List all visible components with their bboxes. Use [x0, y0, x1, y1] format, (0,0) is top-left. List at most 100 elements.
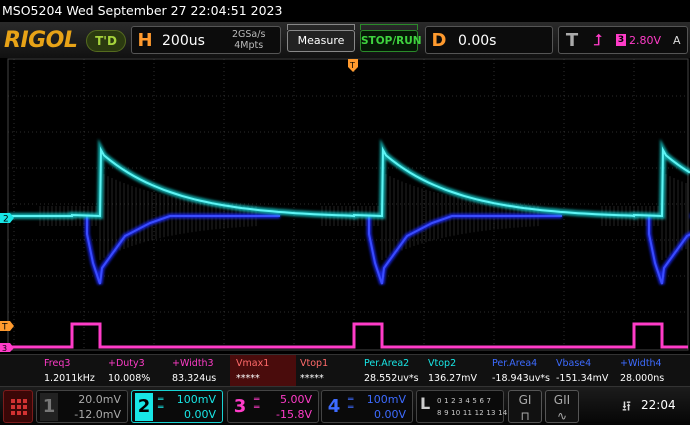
delay-value: 0.00s: [458, 33, 497, 49]
generator-2-label: GII: [553, 393, 571, 407]
generator-1-label: GI: [518, 393, 532, 407]
top-toolbar: RIGOL T'D H 200us 2GSa/s 4Mpts Measure S…: [0, 22, 690, 58]
measurement-name: Vbase4: [556, 358, 592, 369]
measurement-name: Per.Area2: [364, 358, 410, 369]
delay-letter: D: [431, 30, 447, 51]
horizontal-scale-box[interactable]: H 200us 2GSa/s 4Mpts: [131, 26, 281, 54]
usb-icon: ⭿: [622, 399, 632, 415]
measurement-duty3[interactable]: +Duty3 10.008%: [102, 355, 168, 387]
square-wave-icon: ⊓: [520, 409, 530, 423]
logic-analyzer-box[interactable]: L 0 1 2 3 4 5 6 7 8 9 10 11 12 13 14 15: [416, 390, 519, 423]
trigger-box[interactable]: T ⮥ 3 2.80V A: [558, 26, 688, 54]
trigger-position-marker: T: [348, 59, 358, 72]
channel-1-offset: -12.0mV: [74, 408, 121, 421]
measurement-vmax1[interactable]: Vmax1 *****: [230, 355, 296, 387]
measurement-value: *****: [300, 373, 324, 384]
graticule: [8, 59, 688, 350]
measurement-value: 28.000ns: [620, 373, 665, 384]
la-channels-row1: 0 1 2 3 4 5 6 7: [437, 397, 492, 405]
channel-4-number: 4: [327, 396, 341, 417]
sample-rate-info: 2GSa/s 4Mpts: [232, 29, 265, 51]
rising-edge-icon: ⮥: [593, 30, 603, 49]
bottom-bar: 1 20.0mV -12.0mV 2 ═ ═ 100mV 0.00V 3 ═ ═ 5…: [0, 386, 690, 425]
stop-run-button[interactable]: STOP/RUN: [360, 30, 422, 52]
measurement-freq3[interactable]: Freq3 1.2011kHz: [38, 355, 104, 387]
measurement-vtop2[interactable]: Vtop2 136.27mV: [422, 355, 488, 387]
measurement-name: Vtop2: [428, 358, 457, 369]
title-line: MSO5204 Wed September 27 22:04:51 2023: [0, 0, 690, 22]
channel-3-offset: -15.8V: [276, 408, 312, 421]
horizontal-letter: H: [137, 30, 153, 51]
measurement-bar: Freq3 1.2011kHz +Duty3 10.008% +Width3 8…: [0, 354, 690, 387]
dc-coupling-icon: ═ ═: [254, 395, 260, 413]
ch4-waveform: [84, 213, 690, 285]
channel-3-number: 3: [233, 396, 247, 417]
ch2-marker-label: 2: [3, 215, 9, 225]
dc-coupling-icon: ═ ═: [158, 395, 164, 413]
measurement-value: -18.943uv*s: [492, 373, 551, 384]
channel-4-offset: 0.00V: [373, 408, 406, 421]
sine-wave-icon: ∿: [556, 409, 568, 423]
ch3-ground-marker: 3: [0, 343, 14, 352]
generator-1-button[interactable]: GI ⊓: [508, 390, 542, 423]
ch2-waveform-core: [8, 146, 690, 218]
time-base-value: 200us: [162, 33, 205, 49]
channel-3-scale: 5.00V: [279, 393, 312, 406]
clock: 22:04: [641, 398, 676, 412]
measurement-name: Vmax1: [236, 358, 270, 369]
channel-1-scale: 20.0mV: [78, 393, 121, 406]
generator-2-button[interactable]: GII ∿: [545, 390, 579, 423]
sample-rate: 2GSa/s: [232, 29, 266, 40]
channel-1-box[interactable]: 1 20.0mV -12.0mV: [36, 390, 128, 423]
trigger-mode: A: [673, 34, 681, 47]
channel-1-number: 1: [40, 393, 58, 421]
measurement-name: +Width4: [620, 358, 662, 369]
measurement-value: -151.34mV: [556, 373, 609, 384]
trigger-level-value: 2.80V: [629, 34, 662, 47]
measurement-name: Freq3: [44, 358, 71, 369]
measurement-width3[interactable]: +Width3 83.324us: [166, 355, 232, 387]
measurement-perarea4[interactable]: Per.Area4 -18.943uv*s: [486, 355, 552, 387]
measurement-perarea2[interactable]: Per.Area2 28.552uv*s: [358, 355, 424, 387]
measurement-width4[interactable]: +Width4 28.000ns: [614, 355, 680, 387]
la-channels-row2: 8 9 10 11 12 13 14 15: [437, 409, 520, 417]
measurement-name: Vtop1: [300, 358, 329, 369]
measurement-name: +Duty3: [108, 358, 145, 369]
trigger-pos-label: T: [349, 61, 355, 70]
memory-depth: 4Mpts: [234, 40, 264, 51]
measurement-value: 10.008%: [108, 373, 151, 384]
channel-3-box[interactable]: 3 ═ ═ 5.00V -15.8V: [227, 390, 319, 423]
channel-2-box[interactable]: 2 ═ ═ 100mV 0.00V: [131, 390, 223, 423]
ch3-waveform: [8, 322, 688, 349]
trigger-level-label: T: [1, 323, 8, 333]
ch3-marker-label: 3: [2, 344, 7, 352]
waveform-display[interactable]: 2 T 3 T: [0, 58, 690, 352]
channel-2-number: 2: [135, 393, 153, 421]
measurement-value: 1.2011kHz: [44, 373, 95, 384]
channel-2-offset: 0.00V: [183, 408, 216, 421]
delay-box[interactable]: D 0.00s: [425, 26, 553, 54]
rigol-logo: RIGOL: [4, 28, 78, 53]
la-letter: L: [420, 394, 431, 413]
measurement-vbase4[interactable]: Vbase4 -151.34mV: [550, 355, 616, 387]
trigger-status-badge[interactable]: T'D: [86, 30, 126, 52]
trigger-letter: T: [565, 30, 579, 51]
measurement-value: 136.27mV: [428, 373, 477, 384]
measurement-vtop1[interactable]: Vtop1 *****: [294, 355, 360, 387]
main-menu-button[interactable]: [3, 390, 33, 423]
measurement-value: *****: [236, 373, 260, 384]
trigger-source-badge: 3: [616, 34, 626, 46]
measurement-value: 83.324us: [172, 373, 217, 384]
waveform-canvas: 2 T 3 T: [0, 58, 690, 352]
grid-menu-icon: [11, 399, 27, 415]
measurement-name: +Width3: [172, 358, 214, 369]
channel-4-box[interactable]: 4 ═ ═ 100mV 0.00V: [321, 390, 413, 423]
dc-coupling-icon: ═ ═: [348, 395, 354, 413]
trigger-level-marker: T: [0, 321, 14, 333]
ch4-waveform-core: [86, 215, 690, 285]
channel-2-scale: 100mV: [176, 393, 216, 406]
measurement-name: Per.Area4: [492, 358, 538, 369]
channel-4-scale: 100mV: [366, 393, 406, 406]
measurement-value: 28.552uv*s: [364, 373, 419, 384]
measure-button[interactable]: Measure: [287, 30, 355, 52]
